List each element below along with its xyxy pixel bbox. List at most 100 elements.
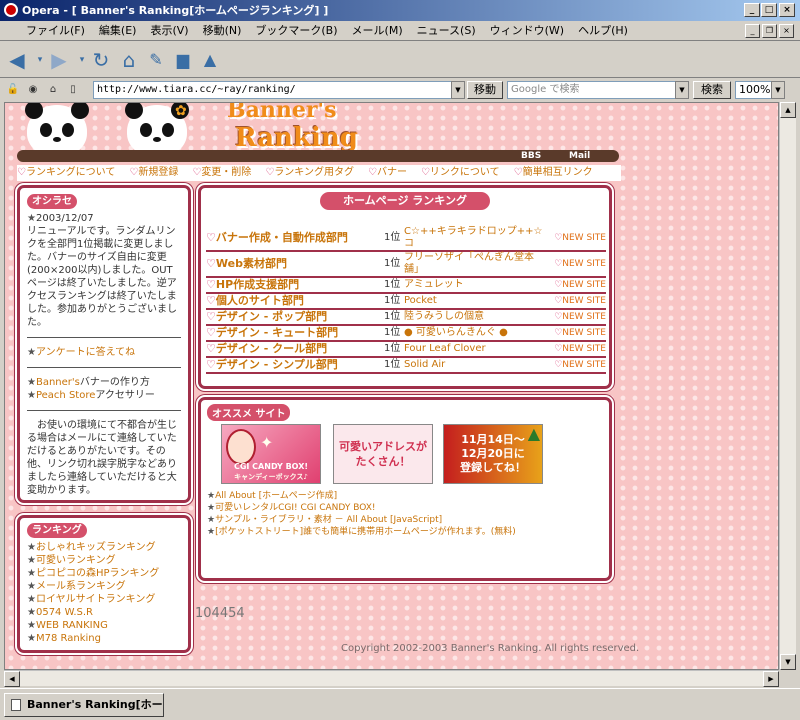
lock-icon[interactable]: 🔓 [6, 83, 20, 97]
ranking-link[interactable]: メール系ランキング [36, 581, 126, 592]
page-tab[interactable]: Banner's Ranking[ホー... [4, 693, 164, 717]
menu-window[interactable]: ウィンドウ(W) [483, 21, 571, 41]
survey-link[interactable]: アンケートに答えてね [36, 347, 135, 358]
new-site-link[interactable]: NEW SITE [562, 328, 606, 338]
maximize-button[interactable]: □ [761, 3, 777, 17]
search-button[interactable]: 検索 [693, 81, 731, 99]
heart-icon: ♡ [206, 358, 216, 371]
menu-bookmarks[interactable]: ブックマーク(B) [248, 21, 344, 41]
ranking-site-link[interactable]: 陸うみうしの個意 [404, 311, 484, 322]
new-site-link[interactable]: NEW SITE [562, 233, 606, 243]
nav-banner[interactable]: バナー [377, 167, 407, 178]
scroll-up-arrow-icon[interactable]: ▲ [780, 102, 796, 118]
new-site-link[interactable]: NEW SITE [562, 312, 606, 322]
page-close-button[interactable]: × [779, 24, 794, 38]
ranking-link[interactable]: M78 Ranking [36, 633, 101, 644]
go-button[interactable]: 移動 [467, 81, 503, 99]
search-input[interactable]: Google で検索 [507, 81, 689, 99]
page-icon[interactable]: ▯ [66, 83, 80, 97]
new-site-link[interactable]: NEW SITE [562, 296, 606, 306]
ranking-site-link[interactable]: C☆++キラキラドロップ++☆コ [404, 226, 542, 249]
ranking-row: ♡個人のサイト部門 1位 Pocket ♡NEW SITE [206, 293, 606, 310]
nav-edit[interactable]: 変更・削除 [201, 167, 251, 178]
menu-view[interactable]: 表示(V) [143, 21, 195, 41]
ranking-category-link[interactable]: デザイン - キュート部門 [216, 326, 338, 339]
ranking-row: ♡デザイン - クール部門 1位 Four Leaf Clover ♡NEW SITE [206, 341, 606, 358]
zoom-dropdown-icon[interactable]: ▼ [771, 81, 785, 99]
ranking-category-link[interactable]: 個人のサイト部門 [216, 294, 304, 307]
ranking-site-link[interactable]: Solid Air [404, 359, 445, 370]
ranking-site-link[interactable]: フリーソザイ「ぺんぎん堂本舗」 [404, 252, 534, 275]
candybox-banner[interactable]: ✦ CGI CANDY BOX! キャンディーボックス♪ [221, 424, 321, 484]
menu-mail[interactable]: メール(M) [345, 21, 410, 41]
new-site-link[interactable]: NEW SITE [562, 360, 606, 370]
christmas-banner[interactable]: 11月14日～ 12月20日に 登録してね！ ▲ [443, 424, 543, 484]
ranking-link[interactable]: 0574 W.S.R [36, 607, 93, 618]
new-site-link[interactable]: NEW SITE [562, 344, 606, 354]
ranking-position: 1位 [384, 311, 401, 322]
ranking-link[interactable]: WEB RANKING [36, 620, 108, 631]
recommend-link[interactable]: サンプル・ライブラリ・素材 － All About [JavaScript] [215, 515, 442, 525]
menu-edit[interactable]: 編集(E) [92, 21, 144, 41]
ranking-category-link[interactable]: バナー作成・自動作成部門 [216, 231, 348, 244]
new-site-link[interactable]: NEW SITE [562, 259, 606, 269]
ranking-category-link[interactable]: デザイン - シンプル部門 [216, 358, 338, 371]
scroll-left-arrow-icon[interactable]: ◀ [4, 671, 20, 687]
scroll-right-arrow-icon[interactable]: ▶ [763, 671, 779, 687]
ranking-category-link[interactable]: HP作成支援部門 [216, 278, 299, 291]
search-dropdown-icon[interactable]: ▼ [675, 81, 689, 99]
credit-peach-link[interactable]: Peach Store [36, 390, 95, 401]
recommend-link[interactable]: 可愛いレンタルCGI! CGI CANDY BOX! [215, 503, 375, 513]
nav-link-about[interactable]: リンクについて [430, 167, 500, 178]
page-restore-button[interactable]: ❐ [762, 24, 777, 38]
banner-text: 登録してね！ [460, 461, 526, 474]
menu-navigation[interactable]: 移動(N) [196, 21, 249, 41]
close-button[interactable]: × [779, 3, 795, 17]
ranking-link[interactable]: ロイヤルサイトランキング [36, 594, 155, 605]
ranking-category-link[interactable]: Web素材部門 [216, 257, 287, 270]
new-site-link[interactable]: NEW SITE [562, 280, 606, 290]
ranking-row: ♡デザイン - キュート部門 1位 ● 可愛いらんきんぐ ● ♡NEW SITE [206, 325, 606, 342]
news-text: リニューアルです。ランダムリンクを全部門1位掲載に変更しました。バナーのサイズ自… [27, 226, 177, 328]
page-minimize-button[interactable]: _ [745, 24, 760, 38]
tab-bar: Banner's Ranking[ホー... [0, 688, 800, 720]
menu-news[interactable]: ニュース(S) [410, 21, 483, 41]
ranking-link[interactable]: ピコピコの森HPランキング [36, 568, 159, 579]
recommend-link[interactable]: All About [ホームページ作成] [215, 491, 337, 501]
ranking-link[interactable]: おしゃれキッズランキング [36, 542, 156, 553]
menu-help[interactable]: ヘルプ(H) [571, 21, 635, 41]
vertical-scrollbar[interactable]: ▲ ▼ [779, 102, 796, 670]
nav-mutual-link[interactable]: 簡単相互リンク [523, 167, 593, 178]
recommend-link[interactable]: [ポケットストリート]誰でも簡単に携帯用ホームページが作れます。(無料) [215, 527, 516, 537]
ranking-site-link[interactable]: ● 可愛いらんきんぐ ● [404, 327, 508, 338]
credit-banners-link[interactable]: Banner's [36, 377, 80, 388]
menu-file[interactable]: ファイル(F) [0, 21, 92, 41]
minimize-button[interactable]: _ [744, 3, 760, 17]
nav-about[interactable]: ランキングについて [26, 167, 115, 178]
scroll-down-arrow-icon[interactable]: ▼ [780, 654, 796, 670]
ranking-site-link[interactable]: Pocket [404, 295, 437, 306]
user-icon[interactable]: ▲ [197, 48, 223, 72]
cute-address-banner[interactable]: 可愛いアドレスがたくさん！ [333, 424, 433, 484]
nav-register[interactable]: 新規登録 [138, 167, 178, 178]
home-page-icon[interactable]: ⌂ [46, 83, 60, 97]
url-dropdown-icon[interactable]: ▼ [451, 81, 465, 99]
ranking-category-link[interactable]: デザイン - クール部門 [216, 342, 327, 355]
ranking-link[interactable]: 可愛いランキング [36, 555, 116, 566]
print-icon[interactable]: ▆ [170, 48, 196, 72]
ranking-category-link[interactable]: デザイン - ポップ部門 [216, 310, 327, 323]
horizontal-scrollbar[interactable]: ◀ ▶ [4, 670, 779, 687]
reload-icon[interactable]: ↻ [88, 48, 114, 72]
header-bar: BBS Mail [17, 150, 619, 162]
credit-text: バナーの作り方 [79, 377, 150, 388]
nav-tag[interactable]: ランキング用タグ [274, 167, 354, 178]
bookmarks-icon[interactable]: ✎ [143, 48, 169, 72]
home-icon[interactable]: ⌂ [116, 48, 142, 72]
ranking-site-link[interactable]: Four Leaf Clover [404, 343, 486, 354]
url-input[interactable]: http://www.tiara.cc/~ray/ranking/ [93, 81, 465, 99]
cookie-icon[interactable]: ◉ [26, 83, 40, 97]
bbs-link[interactable]: BBS [521, 150, 541, 162]
address-toolbar: 🔓 ◉ ⌂ ▯ http://www.tiara.cc/~ray/ranking… [0, 79, 800, 101]
mail-link[interactable]: Mail [569, 150, 590, 162]
ranking-site-link[interactable]: アミュレット [404, 279, 464, 290]
